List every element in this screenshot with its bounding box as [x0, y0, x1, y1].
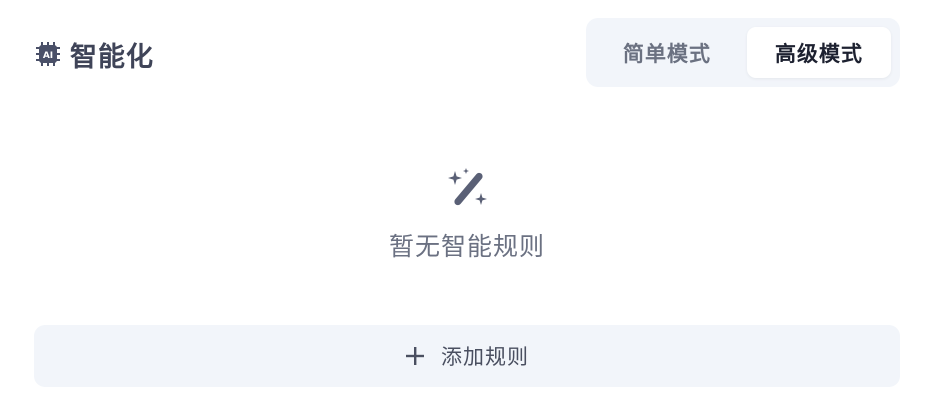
ai-chip-icon: AI — [34, 40, 62, 68]
empty-state: 暂无智能规则 — [0, 165, 934, 263]
simple-mode-button[interactable]: 简单模式 — [595, 27, 739, 78]
add-rule-label: 添加规则 — [441, 345, 529, 369]
header: AI 智能化 简单模式 高级模式 — [0, 0, 934, 110]
mode-toggle: 简单模式 高级模式 — [586, 18, 900, 87]
plus-icon — [405, 346, 425, 366]
empty-state-message: 暂无智能规则 — [388, 232, 545, 261]
add-rule-button[interactable]: 添加规则 — [34, 325, 900, 387]
page-title: 智能化 — [70, 41, 154, 73]
svg-text:AI: AI — [43, 51, 53, 61]
section-title-group: AI 智能化 — [34, 36, 154, 73]
advanced-mode-button[interactable]: 高级模式 — [747, 27, 891, 78]
magic-wand-icon — [443, 165, 491, 213]
